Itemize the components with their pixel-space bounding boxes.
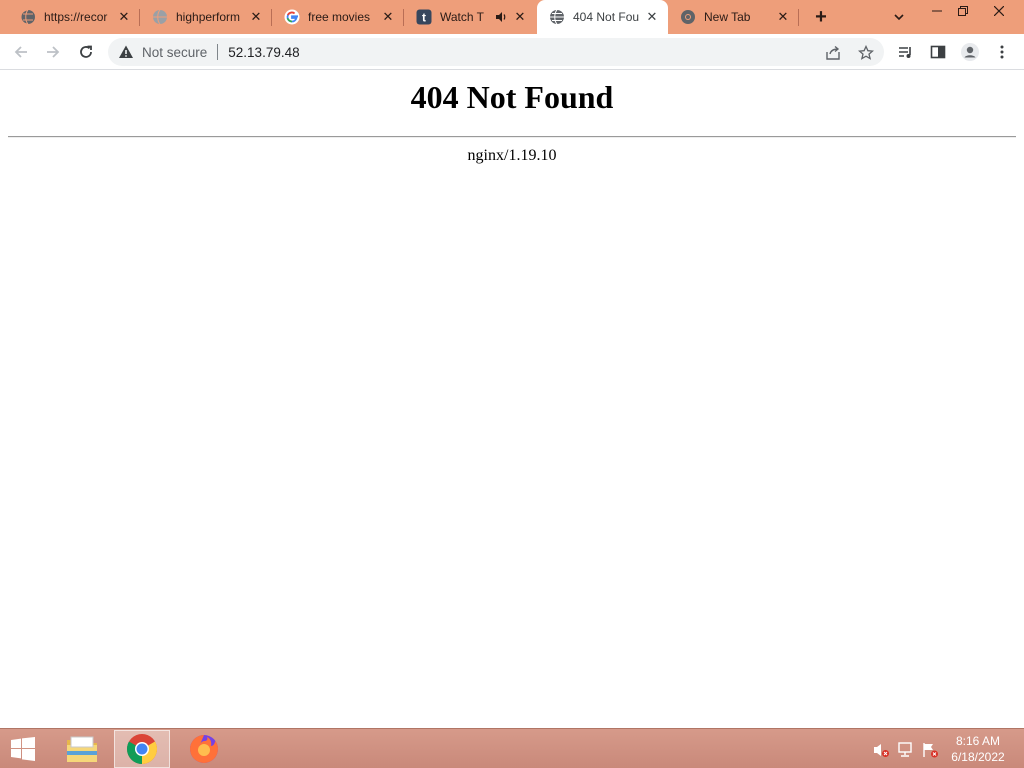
firefox-icon[interactable] [176, 730, 232, 768]
tab-title: Watch T [440, 10, 485, 24]
tab-title: New Tab [704, 10, 751, 24]
media-control-icon[interactable] [893, 39, 919, 65]
warning-icon[interactable] [118, 44, 134, 60]
reload-button[interactable] [73, 39, 99, 65]
google-icon [284, 9, 300, 25]
svg-text:t: t [422, 11, 426, 25]
tab-1[interactable]: https://recor ✕ [0, 0, 140, 34]
restore-icon[interactable] [952, 0, 974, 22]
close-icon[interactable]: ✕ [248, 9, 264, 25]
tab-separator [798, 9, 799, 26]
tab-strip: https://recor ✕ highperform ✕ free movie… [0, 0, 1024, 34]
browser-toolbar: Not secure 52.13.79.48 [0, 34, 1024, 70]
taskbar: 8:16 AM 6/18/2022 [0, 728, 1024, 768]
tab-title: 404 Not Fou [573, 10, 640, 24]
tab-title: https://recor [44, 10, 108, 24]
file-explorer-icon[interactable] [54, 730, 110, 768]
address-bar[interactable]: Not secure 52.13.79.48 [108, 38, 884, 66]
chrome-icon [680, 9, 696, 25]
back-button[interactable] [8, 39, 34, 65]
close-icon[interactable]: ✕ [644, 9, 660, 25]
bookmark-star-icon[interactable] [857, 44, 875, 62]
close-window-icon[interactable] [988, 0, 1010, 22]
close-icon[interactable]: ✕ [116, 9, 132, 25]
close-icon[interactable]: ✕ [380, 9, 396, 25]
security-label[interactable]: Not secure [142, 45, 207, 60]
action-center-flag-icon[interactable] [921, 741, 939, 759]
tab-title: free movies [308, 10, 371, 24]
globe-gray-icon [152, 9, 168, 25]
tab-5[interactable]: 404 Not Fou ✕ [537, 0, 668, 34]
tab-6[interactable]: New Tab ✕ [668, 0, 799, 34]
page-title: 404 Not Found [410, 79, 614, 115]
menu-kebab-icon[interactable] [989, 39, 1015, 65]
network-icon[interactable] [897, 741, 915, 759]
close-icon[interactable]: ✕ [775, 9, 791, 25]
system-clock[interactable]: 8:16 AM 6/18/2022 [948, 733, 1008, 765]
share-icon[interactable] [824, 44, 842, 62]
close-icon[interactable]: ✕ [512, 9, 528, 25]
speaker-icon[interactable] [494, 10, 508, 24]
url-text[interactable]: 52.13.79.48 [228, 45, 299, 60]
server-signature: nginx/1.19.10 [467, 147, 557, 164]
page-content: 404 Not Found nginx/1.19.10 [0, 71, 1024, 728]
minimize-icon[interactable] [926, 0, 948, 22]
tab-search-icon[interactable] [888, 6, 910, 28]
new-tab-button[interactable]: + [808, 5, 834, 29]
tab-3[interactable]: free movies ✕ [272, 0, 404, 34]
tab-4[interactable]: t Watch T ✕ [404, 0, 536, 34]
globe-icon [20, 9, 36, 25]
clock-date: 6/18/2022 [951, 750, 1005, 764]
tab-2[interactable]: highperform ✕ [140, 0, 272, 34]
volume-muted-icon[interactable] [872, 741, 890, 759]
side-panel-icon[interactable] [925, 39, 951, 65]
horizontal-rule [8, 136, 1016, 138]
windows-start-icon[interactable] [6, 735, 40, 763]
globe-icon [549, 9, 565, 25]
tumblr-icon: t [416, 9, 432, 25]
forward-button[interactable] [40, 39, 66, 65]
chrome-taskbar-icon[interactable] [114, 730, 170, 768]
clock-time: 8:16 AM [955, 734, 1001, 748]
omnibox-divider [217, 44, 219, 60]
tab-title: highperform [176, 10, 241, 24]
profile-avatar-icon[interactable] [957, 39, 983, 65]
